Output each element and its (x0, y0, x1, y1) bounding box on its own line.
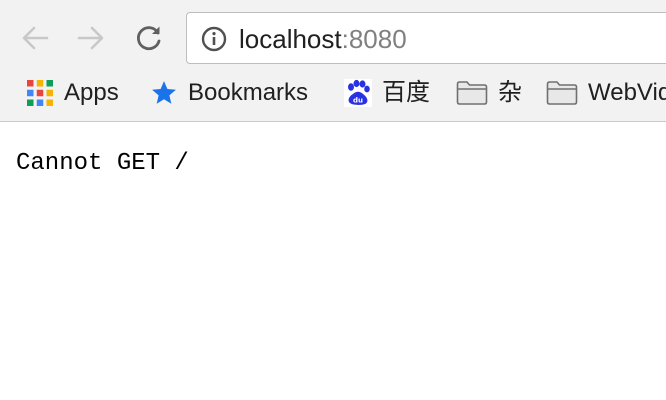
address-bar[interactable]: localhost:8080 (186, 12, 666, 64)
bookmark-label: 百度 (382, 79, 430, 106)
browser-chrome: localhost:8080 Apps Bookmarks du 百度 杂 We… (0, 0, 666, 122)
bookmark-folder-webvid[interactable]: WebVid (546, 76, 666, 110)
reload-button[interactable] (132, 20, 166, 56)
url-host: localhost (239, 24, 342, 54)
info-icon[interactable] (201, 26, 227, 52)
back-button[interactable] (18, 20, 52, 56)
url-text[interactable]: localhost:8080 (239, 25, 407, 53)
bookmarks-bar: Apps Bookmarks du 百度 杂 WebVid (0, 70, 666, 116)
bookmark-folder-za[interactable]: 杂 (456, 76, 522, 110)
error-message: Cannot GET / (16, 150, 189, 177)
svg-text:du: du (353, 97, 363, 105)
arrow-right-icon (77, 26, 104, 50)
apps-grid-icon (27, 80, 53, 106)
bookmark-label: WebVid (588, 79, 666, 106)
bookmark-label: 杂 (498, 79, 522, 106)
star-icon (152, 81, 176, 104)
bookmark-baidu[interactable]: du 百度 (344, 76, 430, 110)
browser-toolbar: localhost:8080 (0, 0, 666, 66)
folder-icon (456, 81, 488, 105)
bookmark-label: Apps (64, 79, 119, 106)
reload-icon (137, 26, 161, 51)
forward-button[interactable] (74, 20, 108, 56)
bookmark-apps[interactable]: Apps (26, 76, 119, 110)
bookmark-bookmarks[interactable]: Bookmarks (150, 76, 308, 110)
arrow-left-icon (22, 26, 49, 50)
bookmark-label: Bookmarks (188, 79, 309, 106)
folder-icon (546, 81, 578, 105)
url-port: :8080 (341, 24, 407, 54)
baidu-paw-icon: du (344, 79, 372, 107)
